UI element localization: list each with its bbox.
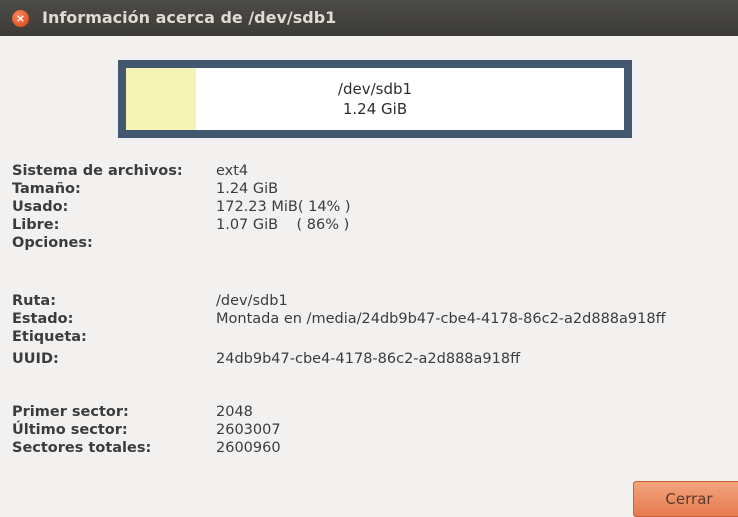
free-value: 1.07 GiB ( 86% ) (216, 217, 350, 233)
used-label: Usado: (12, 199, 69, 215)
path-value: /dev/sdb1 (216, 293, 288, 309)
free-label: Libre: (12, 217, 60, 233)
status-value: Montada en /media/24db9b47-cbe4-4178-86c… (216, 311, 666, 327)
filesystem-label: Sistema de archivos: (12, 163, 183, 179)
last-sector-value: 2603007 (216, 422, 281, 438)
close-icon[interactable]: × (12, 10, 29, 27)
close-button[interactable]: Cerrar (633, 481, 738, 517)
first-sector-value: 2048 (216, 404, 253, 420)
filesystem-value: ext4 (216, 163, 249, 179)
usage-bar: /dev/sdb1 1.24 GiB (126, 68, 624, 130)
device-name: /dev/sdb1 (337, 80, 413, 98)
usage-label: /dev/sdb1 1.24 GiB (126, 68, 624, 130)
options-label: Opciones: (12, 235, 93, 251)
size-value: 1.24 GiB (216, 181, 279, 197)
last-sector-label: Último sector: (12, 422, 128, 438)
total-sectors-label: Sectores totales: (12, 440, 152, 456)
total-sectors-value: 2600960 (216, 440, 281, 456)
tag-label: Etiqueta: (12, 329, 87, 345)
device-size: 1.24 GiB (342, 100, 408, 118)
usage-graph: /dev/sdb1 1.24 GiB (118, 60, 632, 138)
window-title: Información acerca de /dev/sdb1 (42, 8, 337, 27)
status-label: Estado: (12, 311, 74, 327)
size-label: Tamaño: (12, 181, 81, 197)
path-label: Ruta: (12, 293, 57, 309)
used-value: 172.23 MiB( 14% ) (216, 199, 351, 215)
first-sector-label: Primer sector: (12, 404, 129, 420)
title-bar: × Información acerca de /dev/sdb1 (0, 0, 738, 36)
uuid-label: UUID: (12, 351, 59, 367)
uuid-value: 24db9b47-cbe4-4178-86c2-a2d888a918ff (216, 351, 521, 367)
